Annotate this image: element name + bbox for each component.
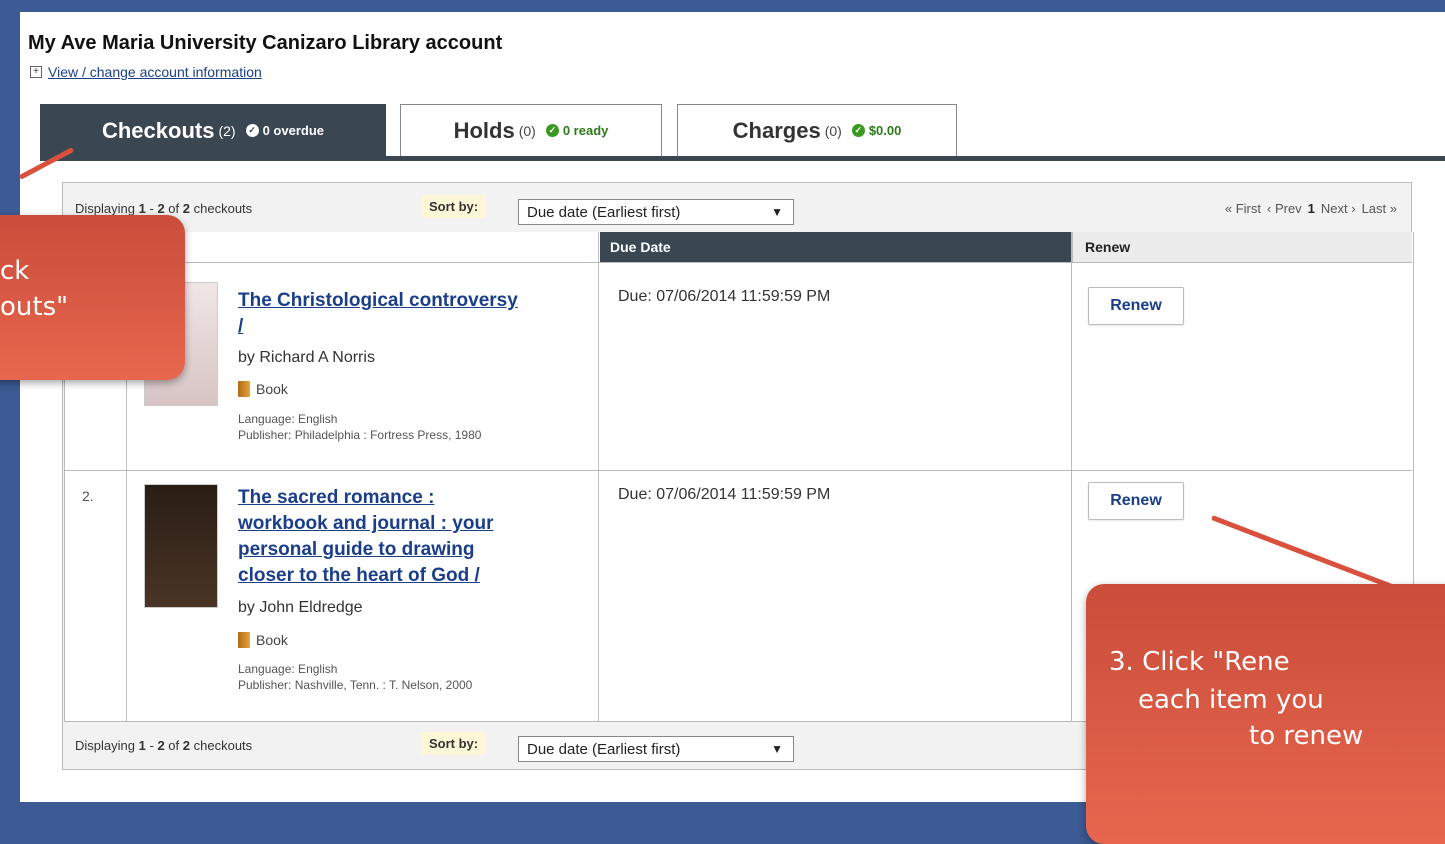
tab-holds[interactable]: Holds (0) ✓ 0 ready (400, 104, 662, 156)
dropdown-arrow-icon: ▼ (771, 205, 783, 219)
callout-right: 3. Click "Rene each item you to renew (1086, 584, 1445, 844)
sort-select-value: Due date (Earliest first) (527, 204, 681, 221)
row-number: 2. (82, 488, 94, 504)
display-count-top: Displaying 1 - 2 of 2 checkouts (75, 201, 253, 216)
item-author: by Richard A Norris (238, 349, 375, 366)
overdue-status: ✓ 0 overdue (245, 123, 325, 138)
overdue-status-text: 0 overdue (262, 123, 325, 138)
callout-left-line2: outs" (0, 292, 69, 322)
tab-charges-count: (0) (824, 122, 842, 139)
tab-checkouts-label: Checkouts (101, 117, 215, 143)
pager-first[interactable]: « First (1225, 201, 1261, 216)
item-meta: Language: English Publisher: Philadelphi… (238, 412, 482, 442)
callout-left-line1: ck (0, 256, 30, 286)
item-meta: Language: English Publisher: Nashville, … (238, 662, 473, 692)
expand-plus-icon[interactable]: + (30, 66, 42, 78)
tab-charges[interactable]: Charges (0) ✓ $0.00 (677, 104, 957, 156)
row-divider (64, 470, 1412, 471)
callout-right-line2: each item you (1138, 685, 1324, 715)
tab-checkouts[interactable]: Checkouts (2) ✓ 0 overdue (40, 104, 386, 156)
tab-checkouts-count: (2) (218, 122, 236, 139)
row-divider (64, 262, 1412, 263)
page-title: My Ave Maria University Canizaro Library… (28, 32, 503, 54)
sort-select-value: Due date (Earliest first) (527, 741, 681, 758)
check-circle-icon: ✓ (851, 124, 865, 137)
pager-next[interactable]: Next › (1321, 201, 1356, 216)
pagination: « First ‹ Prev 1 Next › Last » (1225, 201, 1397, 216)
charges-status-text: $0.00 (868, 123, 902, 138)
tab-underline (40, 156, 1445, 161)
sort-by-label: Sort by: (421, 195, 487, 218)
due-date-value: Due: 07/06/2014 11:59:59 PM (618, 486, 831, 503)
header-renew: Renew (1072, 232, 1412, 262)
tab-charges-label: Charges (732, 117, 821, 143)
display-count-bottom: Displaying 1 - 2 of 2 checkouts (75, 738, 253, 753)
account-info-toggle[interactable]: + View / change account information (30, 64, 262, 80)
item-format: Book (238, 632, 288, 648)
pager-last[interactable]: Last » (1362, 201, 1397, 216)
callout-right-line1: 3. Click "Rene (1109, 647, 1290, 677)
callout-right-line3: to renew (1249, 721, 1364, 751)
check-circle-icon: ✓ (245, 124, 259, 137)
tab-holds-count: (0) (518, 122, 536, 139)
renew-button[interactable]: Renew (1088, 287, 1184, 325)
sort-select-top[interactable]: Due date (Earliest first) ▼ (518, 199, 794, 225)
dropdown-arrow-icon: ▼ (771, 742, 783, 756)
charges-status: ✓ $0.00 (851, 123, 902, 138)
view-account-link[interactable]: View / change account information (48, 64, 262, 80)
renew-button[interactable]: Renew (1088, 482, 1184, 520)
ready-status: ✓ 0 ready (545, 123, 609, 138)
book-icon (238, 381, 250, 397)
book-icon (238, 632, 250, 648)
col-divider (1071, 232, 1072, 722)
check-circle-icon: ✓ (545, 124, 559, 137)
ready-status-text: 0 ready (562, 123, 609, 138)
pager-current: 1 (1307, 201, 1315, 216)
item-format: Book (238, 381, 288, 397)
sort-by-label-bottom: Sort by: (421, 732, 487, 755)
item-title-link[interactable]: The Christological controversy / (238, 288, 518, 340)
due-date-value: Due: 07/06/2014 11:59:59 PM (618, 288, 831, 305)
sort-select-bottom[interactable]: Due date (Earliest first) ▼ (518, 736, 794, 762)
item-title-link[interactable]: The sacred romance : workbook and journa… (238, 485, 493, 589)
tab-holds-label: Holds (453, 117, 515, 143)
pager-prev[interactable]: ‹ Prev (1267, 201, 1302, 216)
item-author: by John Eldredge (238, 599, 363, 616)
header-due-date: Due Date (600, 232, 1072, 262)
callout-left: ck outs" (0, 215, 185, 380)
col-divider (598, 232, 599, 722)
book-cover-image[interactable] (144, 484, 218, 608)
